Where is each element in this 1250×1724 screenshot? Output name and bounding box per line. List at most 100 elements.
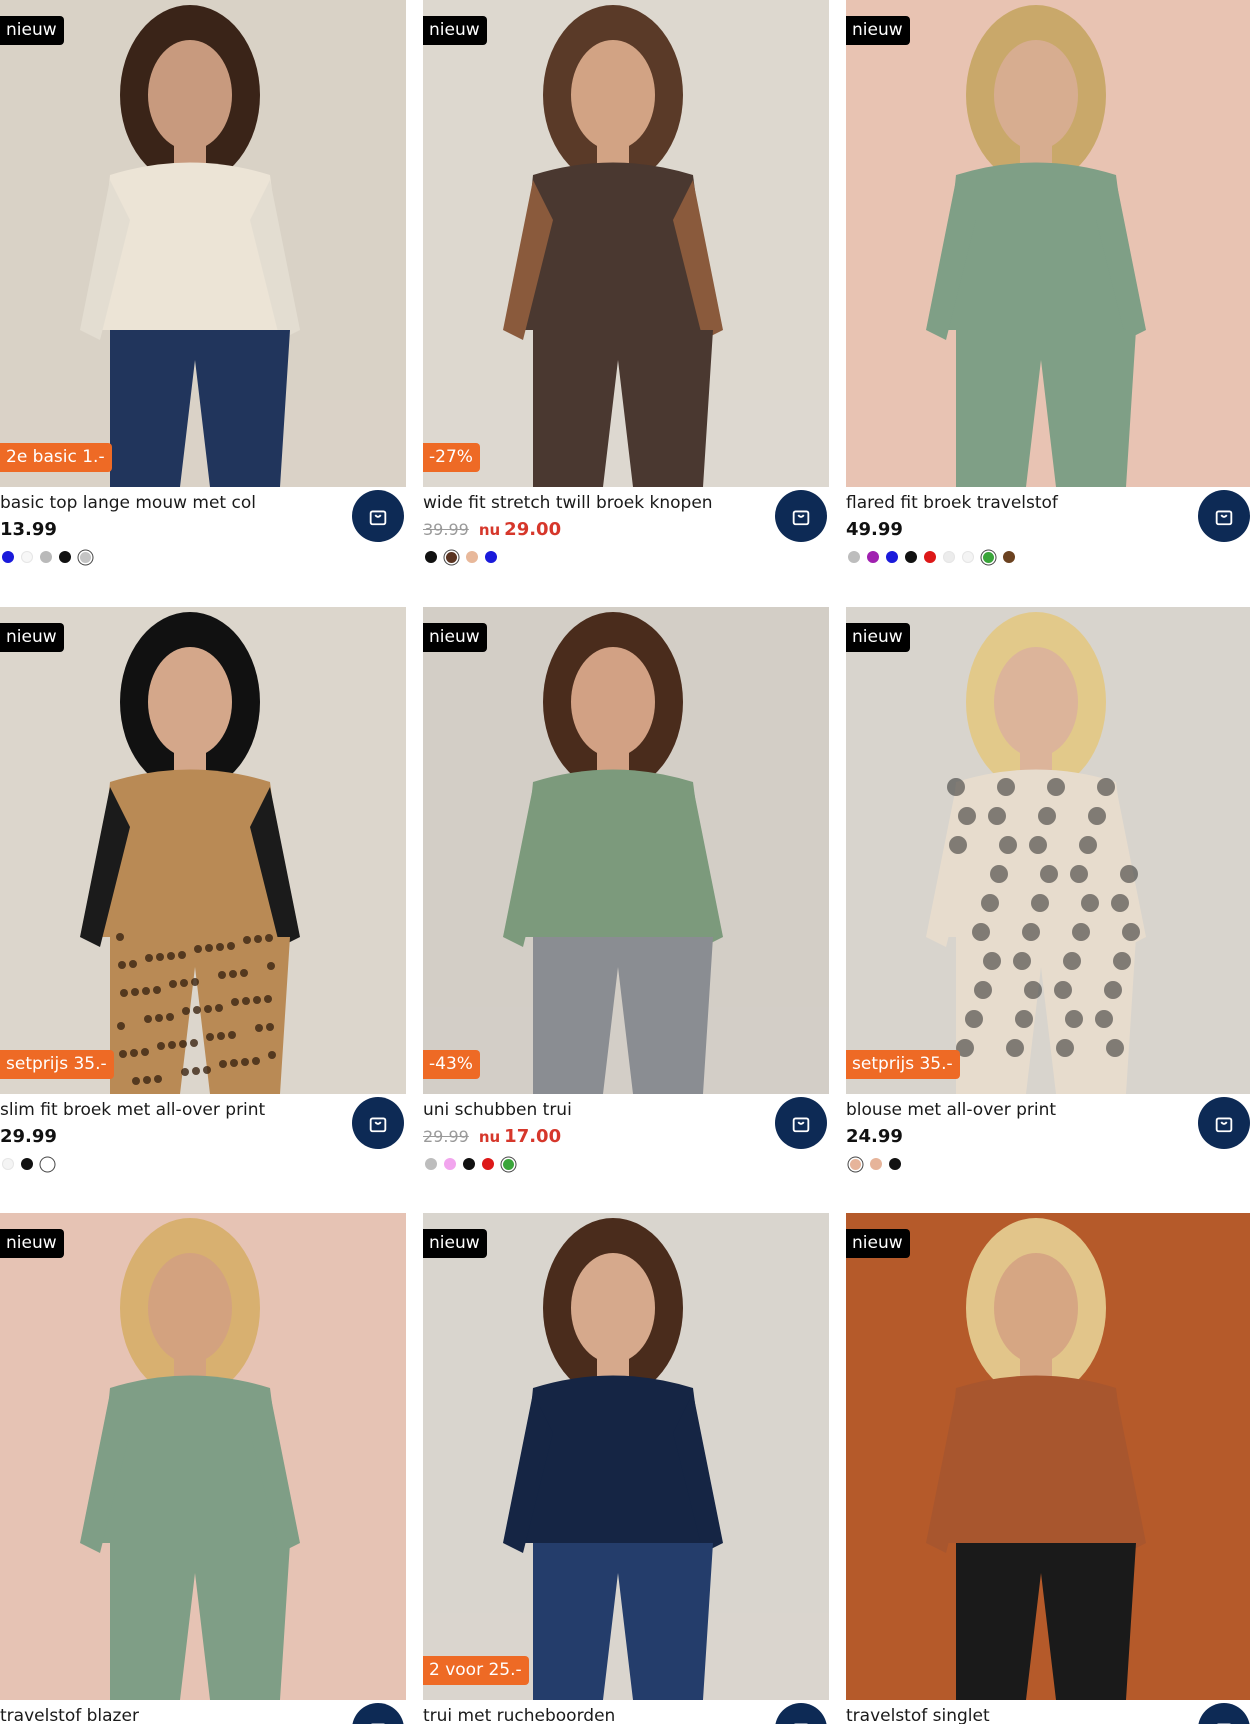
sale-label: nu <box>478 1128 501 1146</box>
color-swatch[interactable] <box>80 551 91 563</box>
color-swatch[interactable] <box>482 1158 494 1170</box>
new-badge: nieuw <box>0 16 64 45</box>
price-row: 29.99 nu 17.00 <box>423 1126 561 1148</box>
product-card[interactable]: nieuw travelstof singlet <box>846 1213 1250 1724</box>
color-swatch[interactable] <box>485 551 497 563</box>
product-image[interactable]: nieuw setprijs 35.- <box>0 607 406 1094</box>
color-swatch[interactable] <box>21 1158 33 1170</box>
product-image[interactable]: nieuw 2e basic 1.- <box>0 0 406 487</box>
product-image[interactable]: nieuw <box>846 0 1250 487</box>
product-name[interactable]: trui met rucheboorden <box>423 1706 615 1724</box>
promo-badge: 2 voor 25.- <box>423 1656 529 1685</box>
color-swatch[interactable] <box>870 1158 882 1170</box>
product-card[interactable]: nieuw travelstof blazer <box>0 1213 406 1724</box>
price-row: 49.99 <box>846 519 903 541</box>
color-swatch[interactable] <box>962 551 974 563</box>
shopping-bag-icon <box>1216 1723 1232 1724</box>
color-swatch[interactable] <box>425 1158 437 1170</box>
product-image[interactable]: nieuw -43% <box>423 607 829 1094</box>
color-swatch[interactable] <box>886 551 898 563</box>
color-swatch[interactable] <box>463 1158 475 1170</box>
color-swatch[interactable] <box>905 551 917 563</box>
new-badge: nieuw <box>0 1229 64 1258</box>
product-card[interactable]: nieuw setprijs 35.- blouse met all-over pr… <box>846 607 1250 1170</box>
color-swatch[interactable] <box>2 551 14 563</box>
product-price: 24.99 <box>846 1126 903 1147</box>
price-row: 29.99 <box>0 1126 57 1148</box>
promo-badge: setprijs 35.- <box>0 1050 114 1079</box>
add-to-cart-button[interactable] <box>352 490 404 542</box>
color-swatch[interactable] <box>924 551 936 563</box>
color-swatch[interactable] <box>425 551 437 563</box>
color-swatch[interactable] <box>983 551 994 563</box>
product-name[interactable]: blouse met all-over print <box>846 1100 1056 1120</box>
color-swatch[interactable] <box>850 1158 861 1170</box>
add-to-cart-button[interactable] <box>775 1097 827 1149</box>
color-swatch[interactable] <box>444 1158 456 1170</box>
product-card[interactable]: nieuw 2 voor 25.- trui met rucheboorden <box>423 1213 829 1724</box>
color-swatch[interactable] <box>867 551 879 563</box>
promo-badge: -27% <box>423 443 480 472</box>
add-to-cart-button[interactable] <box>352 1703 404 1724</box>
price-row: 24.99 <box>846 1126 903 1148</box>
product-name[interactable]: uni schubben trui <box>423 1100 572 1120</box>
color-swatch[interactable] <box>42 1158 53 1170</box>
product-card[interactable]: nieuw -27% wide fit stretch twill broek kn… <box>423 0 829 563</box>
product-name[interactable]: travelstof blazer <box>0 1706 139 1724</box>
color-swatch[interactable] <box>503 1158 514 1170</box>
product-name[interactable]: flared fit broek travelstof <box>846 493 1058 513</box>
color-swatches <box>848 1158 901 1170</box>
sale-price: 17.00 <box>504 1126 562 1147</box>
product-card[interactable]: nieuw -43% uni schubben trui 29.99 nu 17.00 <box>423 607 829 1170</box>
color-swatch[interactable] <box>21 551 33 563</box>
add-to-cart-button[interactable] <box>1198 490 1250 542</box>
sale-label: nu <box>478 521 501 539</box>
shopping-bag-icon <box>369 510 387 526</box>
product-image[interactable]: nieuw setprijs 35.- <box>846 607 1250 1094</box>
add-to-cart-button[interactable] <box>1198 1703 1250 1724</box>
new-badge: nieuw <box>423 1229 487 1258</box>
add-to-cart-button[interactable] <box>352 1097 404 1149</box>
promo-badge: setprijs 35.- <box>846 1050 960 1079</box>
color-swatch[interactable] <box>2 1158 14 1170</box>
new-badge: nieuw <box>0 623 64 652</box>
new-badge: nieuw <box>423 16 487 45</box>
shopping-bag-icon <box>792 510 810 526</box>
color-swatch[interactable] <box>446 551 457 563</box>
color-swatch[interactable] <box>59 551 71 563</box>
product-name[interactable]: slim fit broek met all-over print <box>0 1100 265 1120</box>
product-image[interactable]: nieuw 2 voor 25.- <box>423 1213 829 1700</box>
color-swatch[interactable] <box>40 551 52 563</box>
add-to-cart-button[interactable] <box>775 1703 827 1724</box>
add-to-cart-button[interactable] <box>775 490 827 542</box>
color-swatch[interactable] <box>1003 551 1015 563</box>
color-swatch[interactable] <box>466 551 478 563</box>
color-swatch[interactable] <box>889 1158 901 1170</box>
product-name[interactable]: basic top lange mouw met col <box>0 493 256 513</box>
color-swatches <box>425 1158 516 1170</box>
price-row: 39.99 nu 29.00 <box>423 519 561 541</box>
new-badge: nieuw <box>423 623 487 652</box>
shopping-bag-icon <box>792 1117 810 1133</box>
product-card[interactable]: nieuw 2e basic 1.- basic top lange mouw me… <box>0 0 406 563</box>
sale-price: 29.00 <box>504 519 562 540</box>
old-price: 29.99 <box>423 1127 469 1146</box>
product-card[interactable]: nieuw flared fit broek travelstof 49.99 <box>846 0 1250 563</box>
color-swatch[interactable] <box>943 551 955 563</box>
shopping-bag-icon <box>793 1723 809 1724</box>
color-swatches <box>425 551 497 563</box>
product-image[interactable]: nieuw <box>0 1213 406 1700</box>
product-name[interactable]: travelstof singlet <box>846 1706 990 1724</box>
color-swatch[interactable] <box>848 551 860 563</box>
color-swatches <box>2 1158 55 1170</box>
price-row: 13.99 <box>0 519 57 541</box>
product-card[interactable]: nieuw setprijs 35.- slim fit broek met all… <box>0 607 406 1170</box>
product-price: 29.99 <box>0 1126 57 1147</box>
color-swatches <box>848 551 1015 563</box>
add-to-cart-button[interactable] <box>1198 1097 1250 1149</box>
product-image[interactable]: nieuw <box>846 1213 1250 1700</box>
shopping-bag-icon <box>370 1723 386 1724</box>
product-name[interactable]: wide fit stretch twill broek knopen <box>423 493 713 513</box>
promo-badge: 2e basic 1.- <box>0 443 112 472</box>
product-image[interactable]: nieuw -27% <box>423 0 829 487</box>
